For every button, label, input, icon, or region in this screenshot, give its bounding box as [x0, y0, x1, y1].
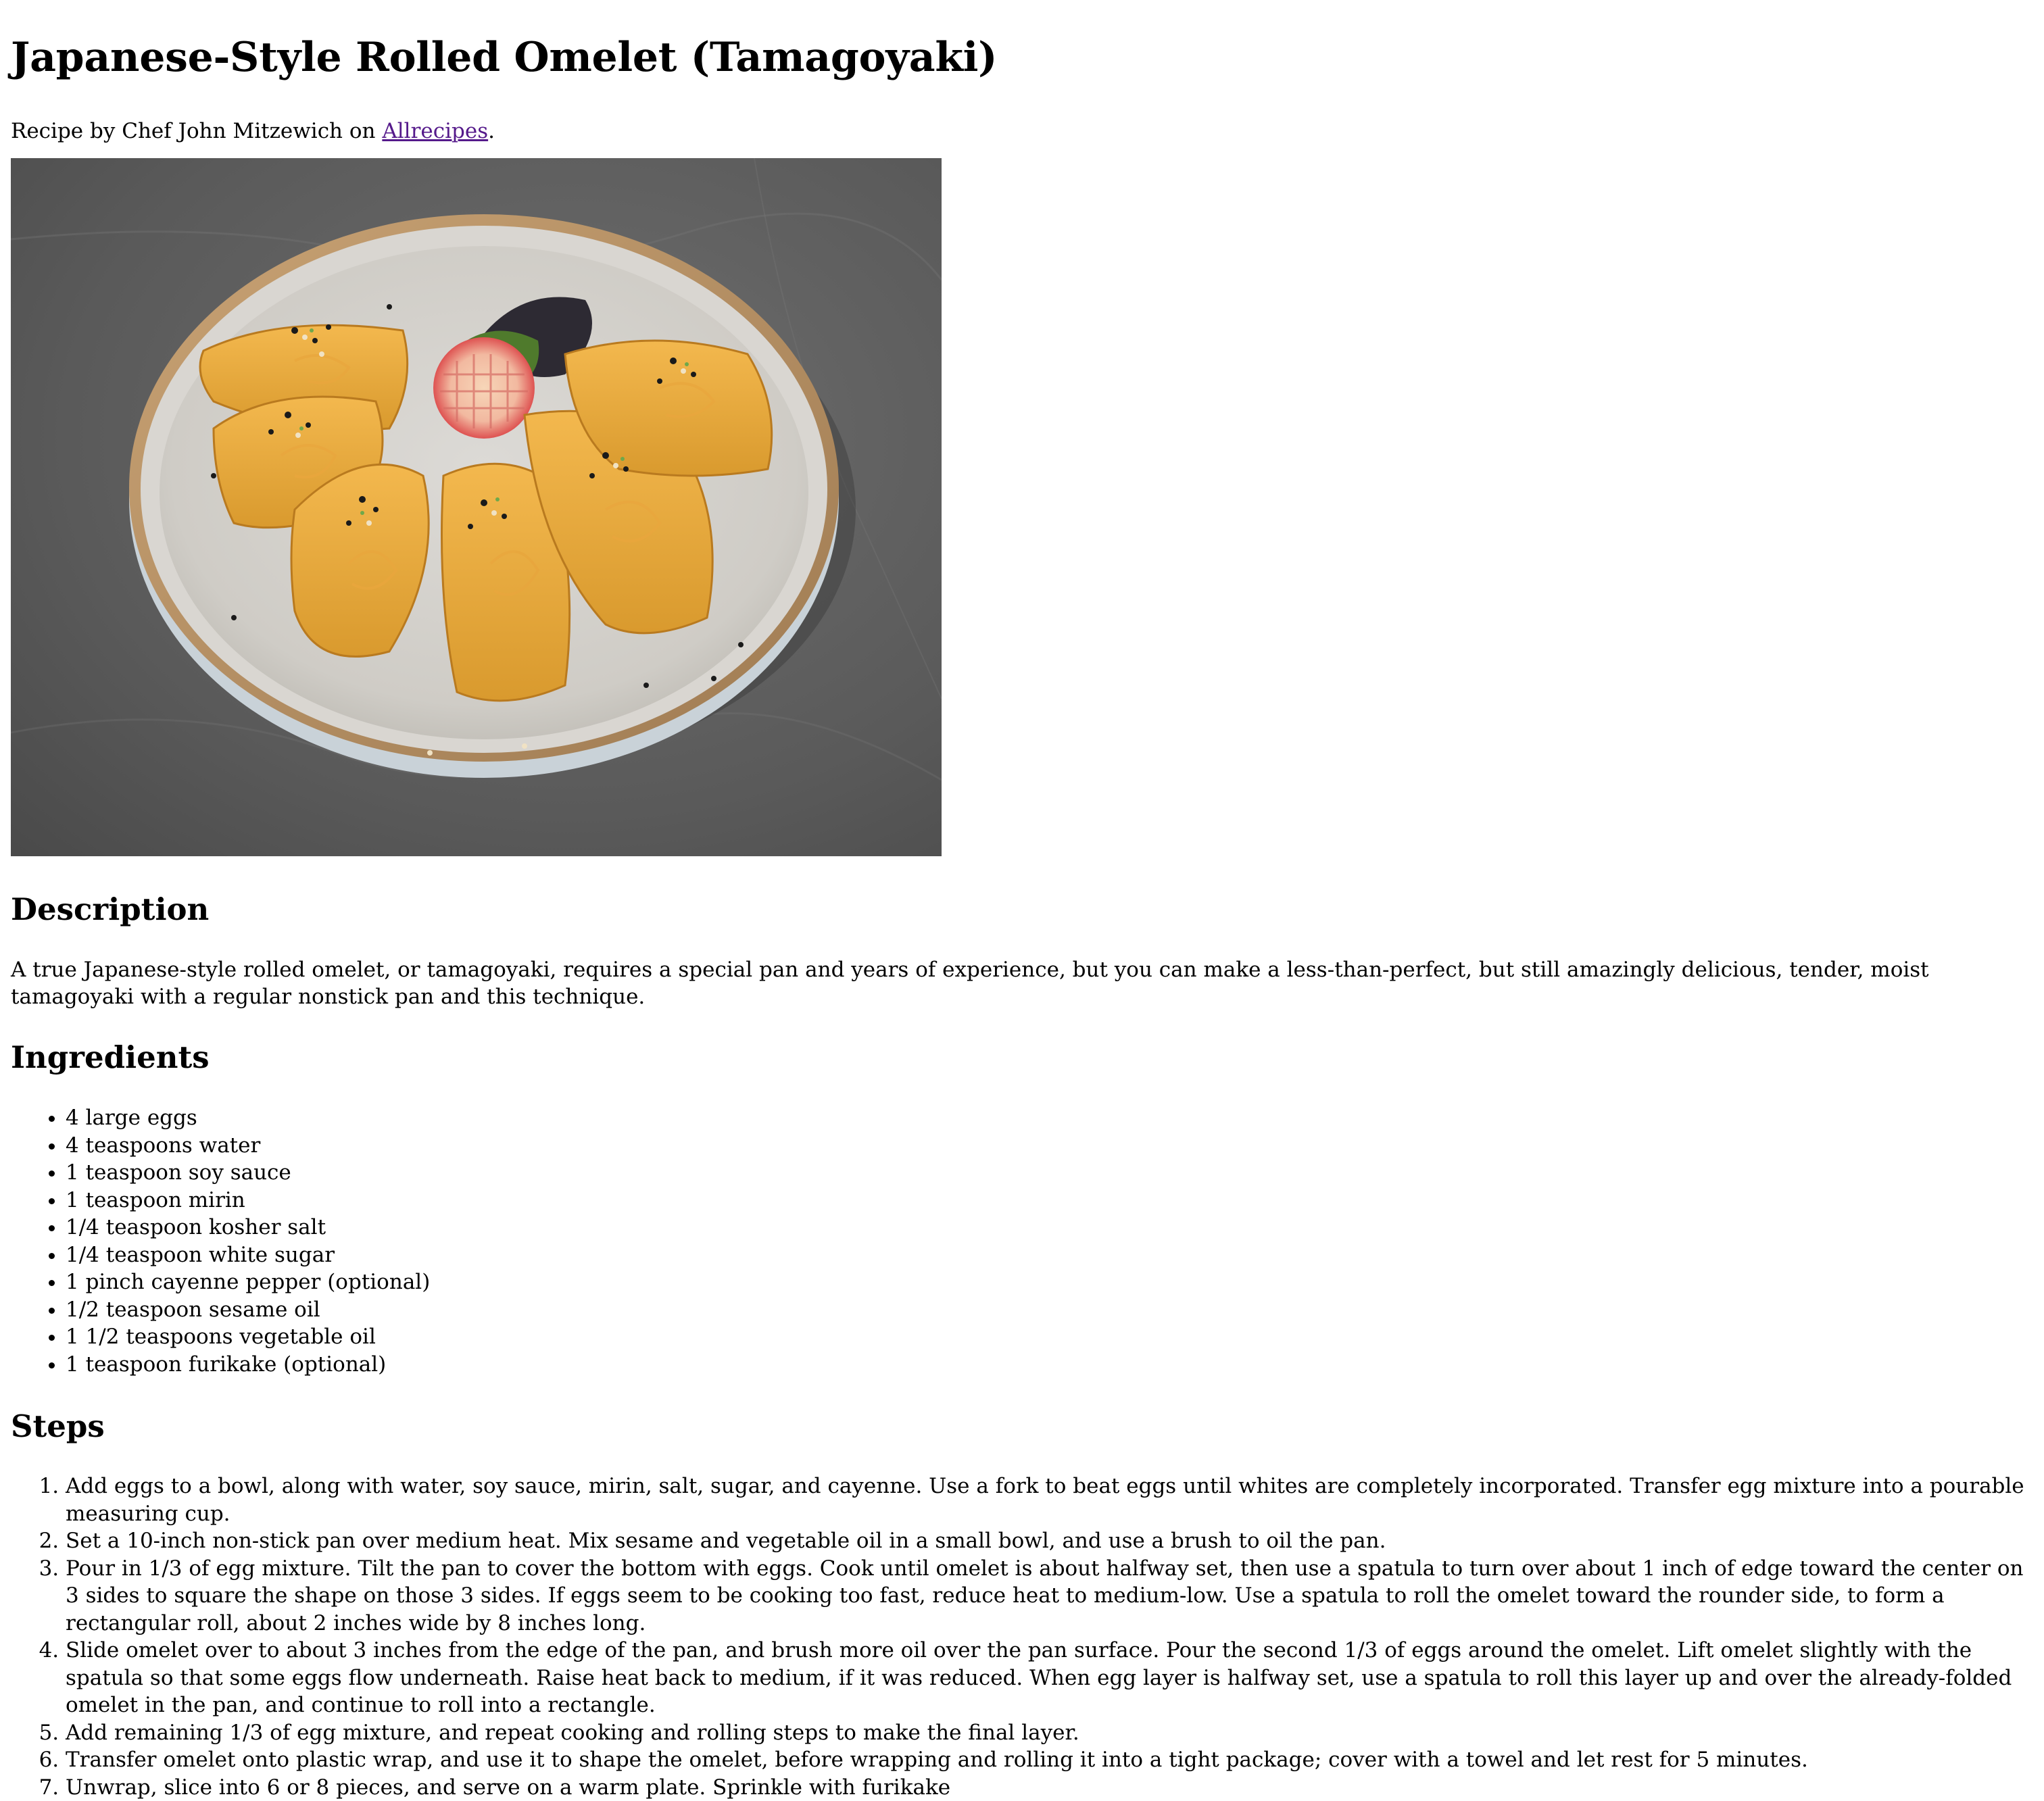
step-item: Transfer omelet onto plastic wrap, and u… [66, 1746, 2039, 1774]
ingredient-item: 1 pinch cayenne pepper (optional) [66, 1268, 2033, 1296]
step-item: Add remaining 1/3 of egg mixture, and re… [66, 1719, 2039, 1747]
step-item: Unwrap, slice into 6 or 8 pieces, and se… [66, 1774, 2039, 1801]
page-title: Japanese-Style Rolled Omelet (Tamagoyaki… [11, 0, 2033, 81]
step-item: Set a 10-inch non-stick pan over medium … [66, 1527, 2039, 1555]
byline-suffix: . [488, 119, 495, 143]
description-text: A true Japanese-style rolled omelet, or … [11, 956, 2025, 1010]
step-item: Pour in 1/3 of egg mixture. Tilt the pan… [66, 1555, 2039, 1637]
steps-heading: Steps [11, 1408, 2033, 1446]
ingredient-item: 1/4 teaspoon kosher salt [66, 1214, 2033, 1241]
step-item: Add eggs to a bowl, along with water, so… [66, 1473, 2039, 1527]
ingredients-list: 4 large eggs 4 teaspoons water 1 teaspoo… [11, 1104, 2033, 1378]
step-item: Slide omelet over to about 3 inches from… [66, 1637, 2039, 1719]
ingredient-item: 1/2 teaspoon sesame oil [66, 1296, 2033, 1324]
recipe-photo [11, 158, 942, 856]
ingredient-item: 1 teaspoon soy sauce [66, 1159, 2033, 1187]
ingredient-item: 1 teaspoon furikake (optional) [66, 1351, 2033, 1379]
source-link[interactable]: Allrecipes [382, 119, 488, 143]
steps-list: Add eggs to a bowl, along with water, so… [11, 1473, 2039, 1801]
ingredient-item: 1 1/2 teaspoons vegetable oil [66, 1323, 2033, 1351]
recipe-page: Japanese-Style Rolled Omelet (Tamagoyaki… [0, 0, 2044, 1801]
description-heading: Description [11, 891, 2033, 929]
ingredients-heading: Ingredients [11, 1039, 2033, 1077]
byline: Recipe by Chef John Mitzewich on Allreci… [11, 118, 2033, 145]
byline-prefix: Recipe by Chef John Mitzewich on [11, 119, 382, 143]
ingredient-item: 1 teaspoon mirin [66, 1187, 2033, 1214]
ingredient-item: 4 teaspoons water [66, 1132, 2033, 1160]
ingredient-item: 4 large eggs [66, 1104, 2033, 1132]
ingredient-item: 1/4 teaspoon white sugar [66, 1241, 2033, 1269]
